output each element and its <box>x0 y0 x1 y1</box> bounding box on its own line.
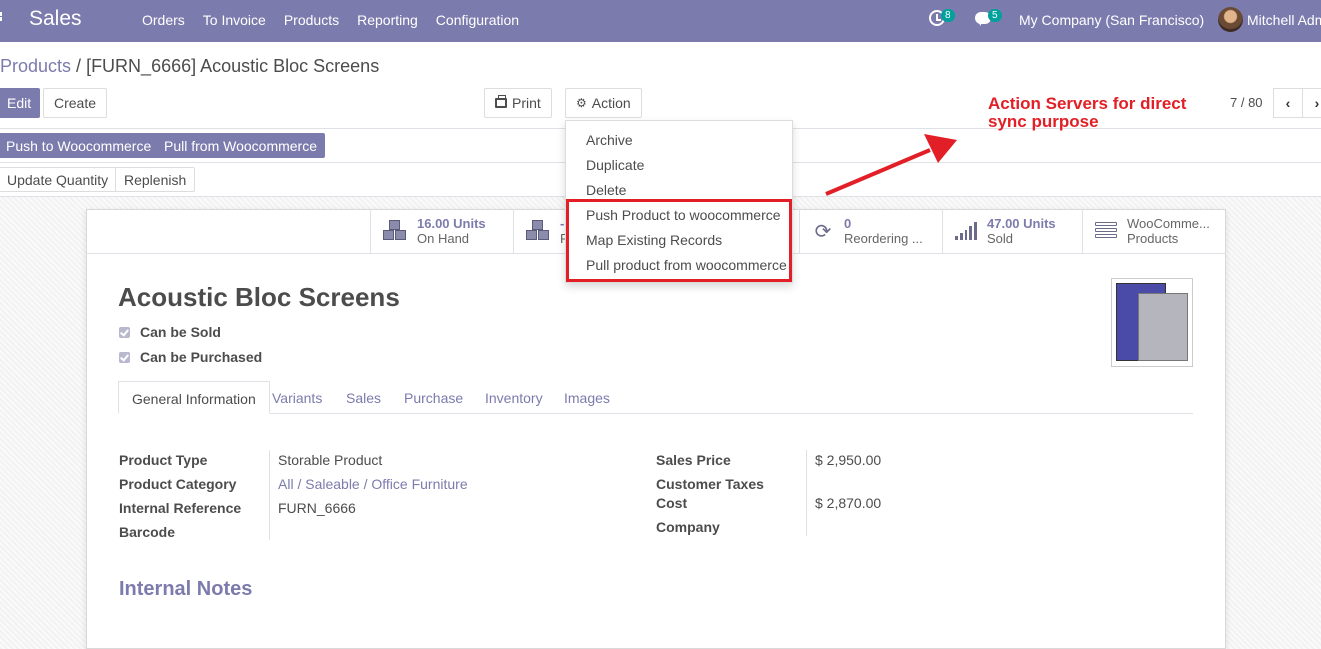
annotation-arrow <box>825 134 957 196</box>
